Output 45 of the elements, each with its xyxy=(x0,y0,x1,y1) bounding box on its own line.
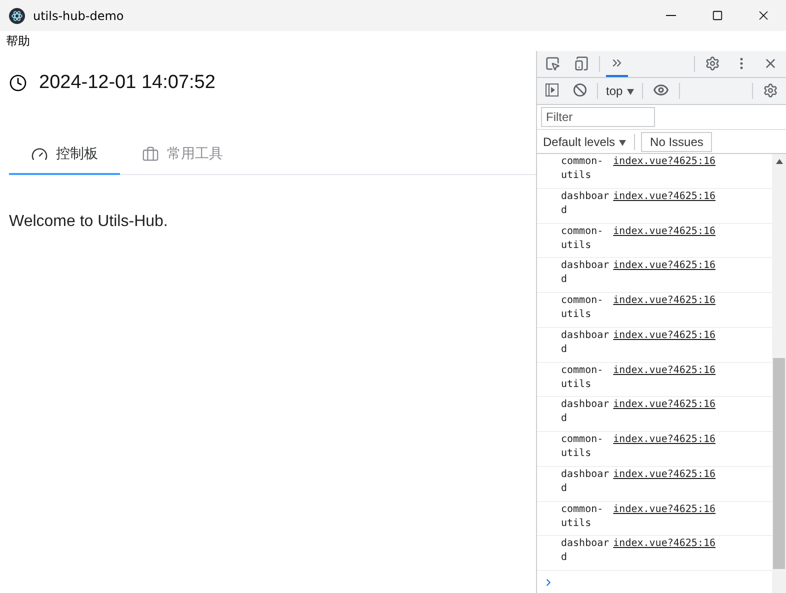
source-link[interactable]: index.vue?4625:16 xyxy=(613,328,716,360)
minimize-icon xyxy=(666,15,676,16)
filter-field[interactable]: Filter xyxy=(541,107,655,127)
console-message: dashboard xyxy=(561,259,610,288)
briefcase-icon xyxy=(142,146,159,162)
console-message: dashboard xyxy=(561,537,610,566)
source-link[interactable]: index.vue?4625:16 xyxy=(613,224,716,256)
source-link[interactable]: index.vue?4625:16 xyxy=(613,294,716,325)
source-link[interactable]: index.vue?4625:16 xyxy=(613,502,716,534)
scrollbar-thumb[interactable] xyxy=(773,358,785,569)
console-message: common-utils xyxy=(561,433,604,462)
console-message: common-utils xyxy=(561,224,604,253)
window-title: utils-hub-demo xyxy=(33,8,125,22)
levels-dropdown[interactable]: Default levels xyxy=(541,134,628,148)
console-message: dashboard xyxy=(561,328,610,357)
tab-label: 控制板 xyxy=(56,145,98,163)
context-dropdown[interactable]: top xyxy=(604,80,636,102)
date-time: 2024-12-01 14:07:52 xyxy=(39,72,216,94)
gauge-icon xyxy=(31,146,48,162)
source-link[interactable]: index.vue?4625:16 xyxy=(613,468,716,499)
source-link[interactable]: index.vue?4625:16 xyxy=(613,155,716,186)
source-link[interactable]: index.vue?4625:16 xyxy=(613,190,716,221)
scroll-up-icon[interactable] xyxy=(776,158,782,164)
dropdown-arrow-icon xyxy=(626,89,634,95)
welcome-text: Welcome to Utils-Hub. xyxy=(9,213,169,231)
source-link[interactable]: index.vue?4625:16 xyxy=(613,398,716,430)
console-message: dashboard xyxy=(561,190,610,218)
console-message: common-utils xyxy=(561,294,604,322)
dropdown-arrow-icon xyxy=(619,140,626,146)
issues-button[interactable]: No Issues xyxy=(641,132,712,152)
maximize-icon xyxy=(712,10,722,21)
tab-label: 常用工具 xyxy=(167,145,223,163)
menu-item[interactable]: 帮助 xyxy=(6,32,30,50)
console-message: dashboard xyxy=(561,468,610,496)
source-link[interactable]: index.vue?4625:16 xyxy=(613,433,716,464)
app-logo-icon xyxy=(9,8,25,24)
tab[interactable]: 控制板 xyxy=(9,135,120,175)
source-link[interactable]: index.vue?4625:16 xyxy=(613,259,716,290)
source-link[interactable]: index.vue?4625:16 xyxy=(613,364,716,394)
console-message: common-utils xyxy=(561,155,604,183)
console-message: common-utils xyxy=(561,502,604,531)
source-link[interactable]: index.vue?4625:16 xyxy=(613,537,716,568)
console-message: dashboard xyxy=(561,398,610,426)
clock-icon xyxy=(9,74,27,92)
console-message: common-utils xyxy=(561,364,604,392)
